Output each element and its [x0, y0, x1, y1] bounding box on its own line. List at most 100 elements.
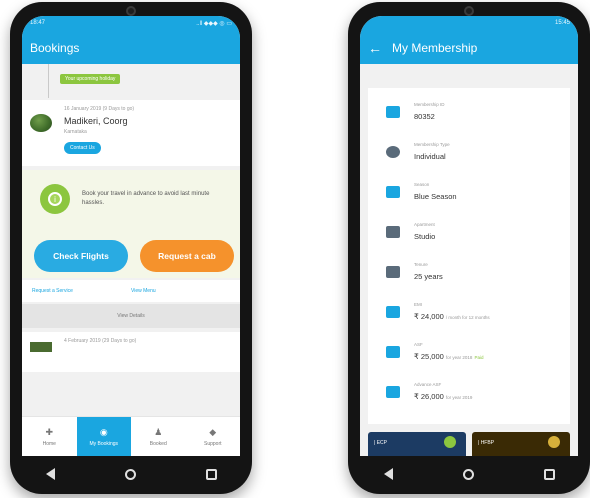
detail-row: ASF ₹ 25,000 for year 2018 Paid [368, 336, 570, 376]
id-card-icon [386, 106, 400, 118]
emi-icon [386, 306, 400, 318]
app-bar: ← My Membership [360, 32, 578, 64]
camera-notch [126, 6, 136, 16]
status-time: 18:47 [30, 20, 46, 26]
detail-value: Individual [414, 152, 446, 161]
status-bar: 18:47 ..ll ◆◆◆ ◎ ▭ [22, 16, 240, 32]
bookings-list[interactable]: Your upcoming holiday 16 January 2019 (9… [22, 64, 240, 416]
tab-support[interactable]: ◆ Support [186, 417, 241, 456]
phone-membership: 15:45 ← My Membership Membership ID 8035… [348, 2, 590, 494]
booking-card[interactable]: 4 February 2019 (29 Days to go) [22, 332, 240, 372]
page-title: My Membership [392, 41, 478, 55]
ecp-card[interactable]: | ECP [368, 432, 466, 456]
tab-label: Home [42, 440, 56, 447]
detail-label: Membership ID [414, 102, 445, 107]
detail-label: Advance ASF [414, 382, 442, 387]
back-nav-button[interactable] [40, 467, 60, 483]
tab-label: My Bookings [89, 440, 119, 447]
hfbp-logo-icon [548, 436, 560, 448]
paid-status: Paid [474, 355, 484, 360]
hfbp-card[interactable]: | HFBP [472, 432, 570, 456]
timeline-line [48, 64, 49, 98]
booking-region: Karnataka [64, 129, 87, 135]
membership-screen: 15:45 ← My Membership Membership ID 8035… [360, 16, 578, 456]
bookings-screen: 18:47 ..ll ◆◆◆ ◎ ▭ Bookings Your upcomin… [22, 16, 240, 456]
person-icon [386, 146, 400, 158]
home-circle-icon [125, 468, 137, 480]
tab-my-bookings[interactable]: ◉ My Bookings [76, 417, 131, 456]
detail-row: Membership ID 80352 [368, 96, 570, 136]
tab-home[interactable]: ✚ Home [22, 417, 77, 456]
membership-body: Membership ID 80352 Membership Type Indi… [360, 64, 578, 456]
detail-value: 80352 [414, 112, 435, 121]
phone-bookings: 18:47 ..ll ◆◆◆ ◎ ▭ Bookings Your upcomin… [10, 2, 252, 494]
hfbp-label: | HFBP [478, 440, 495, 446]
recents-nav-button[interactable] [540, 468, 560, 483]
contact-us-button[interactable]: Contact Us [64, 142, 101, 154]
page-title: Bookings [30, 41, 80, 55]
status-icons: ..ll ◆◆◆ ◎ ▭ [196, 21, 232, 27]
recents-nav-button[interactable] [202, 468, 222, 483]
asf-icon [386, 346, 400, 358]
detail-value: 25 years [414, 272, 443, 281]
detail-row: Membership Type Individual [368, 136, 570, 176]
detail-label: EMI [414, 302, 423, 307]
back-nav-button[interactable] [378, 467, 398, 483]
tab-label: Booked [149, 440, 167, 447]
back-arrow-icon[interactable]: ← [368, 40, 382, 56]
booking-card[interactable]: 16 January 2019 (9 Days to go) Madikeri,… [22, 100, 240, 166]
home-icon: ✚ [45, 426, 54, 437]
user-icon: ♟ [154, 426, 163, 437]
detail-row: Tenure 25 years [368, 256, 570, 296]
tab-booked[interactable]: ♟ Booked [131, 417, 186, 456]
tab-label: Support [203, 440, 222, 447]
calendar-icon [386, 266, 400, 278]
service-row: Request a Service View Menu [22, 280, 240, 302]
check-flights-button[interactable]: Check Flights [34, 240, 128, 272]
booking-date: 16 January 2019 (9 Days to go) [64, 106, 135, 112]
request-service-link[interactable]: Request a Service [32, 288, 131, 294]
detail-value: ₹ 24,000 / month for 12 months [414, 312, 490, 321]
detail-row: Advance ASF ₹ 26,000 for year 2019 [368, 376, 570, 416]
ecp-logo-icon [444, 436, 456, 448]
detail-label: Membership Type [414, 142, 450, 147]
detail-value: ₹ 26,000 for year 2019 [414, 392, 472, 401]
view-details-button[interactable]: View Details [22, 304, 240, 328]
membership-details-card: Membership ID 80352 Membership Type Indi… [368, 88, 570, 424]
recents-square-icon [544, 468, 556, 480]
status-time: 15:45 [554, 20, 570, 26]
support-icon: ◆ [209, 426, 217, 437]
view-menu-link[interactable]: View Menu [131, 288, 230, 294]
apartment-icon [386, 226, 400, 238]
detail-value: ₹ 25,000 for year 2018 Paid [414, 352, 484, 361]
promo-text: Book your travel in advance to avoid las… [82, 191, 210, 206]
advance-asf-icon [386, 386, 400, 398]
bookings-icon: ◉ [99, 426, 108, 437]
bottom-tab-bar: ✚ Home ◉ My Bookings ♟ Booked ◆ Support [22, 416, 240, 456]
ecp-label: | ECP [374, 440, 387, 446]
info-icon: i [40, 184, 70, 214]
detail-label: Season [414, 182, 430, 187]
system-nav-bar [348, 456, 590, 494]
detail-label: Apartment [414, 222, 435, 227]
recents-square-icon [206, 468, 218, 480]
back-triangle-icon [383, 467, 393, 480]
emi-amount: ₹ 24,000 [414, 312, 444, 321]
season-icon [386, 186, 400, 198]
emi-note: / month for 12 months [445, 315, 490, 320]
detail-value: Studio [414, 232, 436, 241]
home-nav-button[interactable] [459, 468, 479, 483]
request-cab-button[interactable]: Request a cab [140, 240, 234, 272]
promo-panel: i Book your travel in advance to avoid l… [22, 170, 240, 278]
detail-value: Blue Season [414, 192, 457, 201]
resort-thumbnail [30, 342, 52, 352]
detail-label: Tenure [414, 262, 428, 267]
detail-label: ASF [414, 342, 423, 347]
asf-note: for year 2018 [445, 355, 473, 360]
system-nav-bar [10, 456, 252, 494]
detail-row: EMI ₹ 24,000 / month for 12 months [368, 296, 570, 336]
status-bar: 15:45 [360, 16, 578, 32]
booking-place: Madikeri, Coorg [64, 116, 128, 126]
home-nav-button[interactable] [121, 468, 141, 483]
app-bar: Bookings [22, 32, 240, 64]
